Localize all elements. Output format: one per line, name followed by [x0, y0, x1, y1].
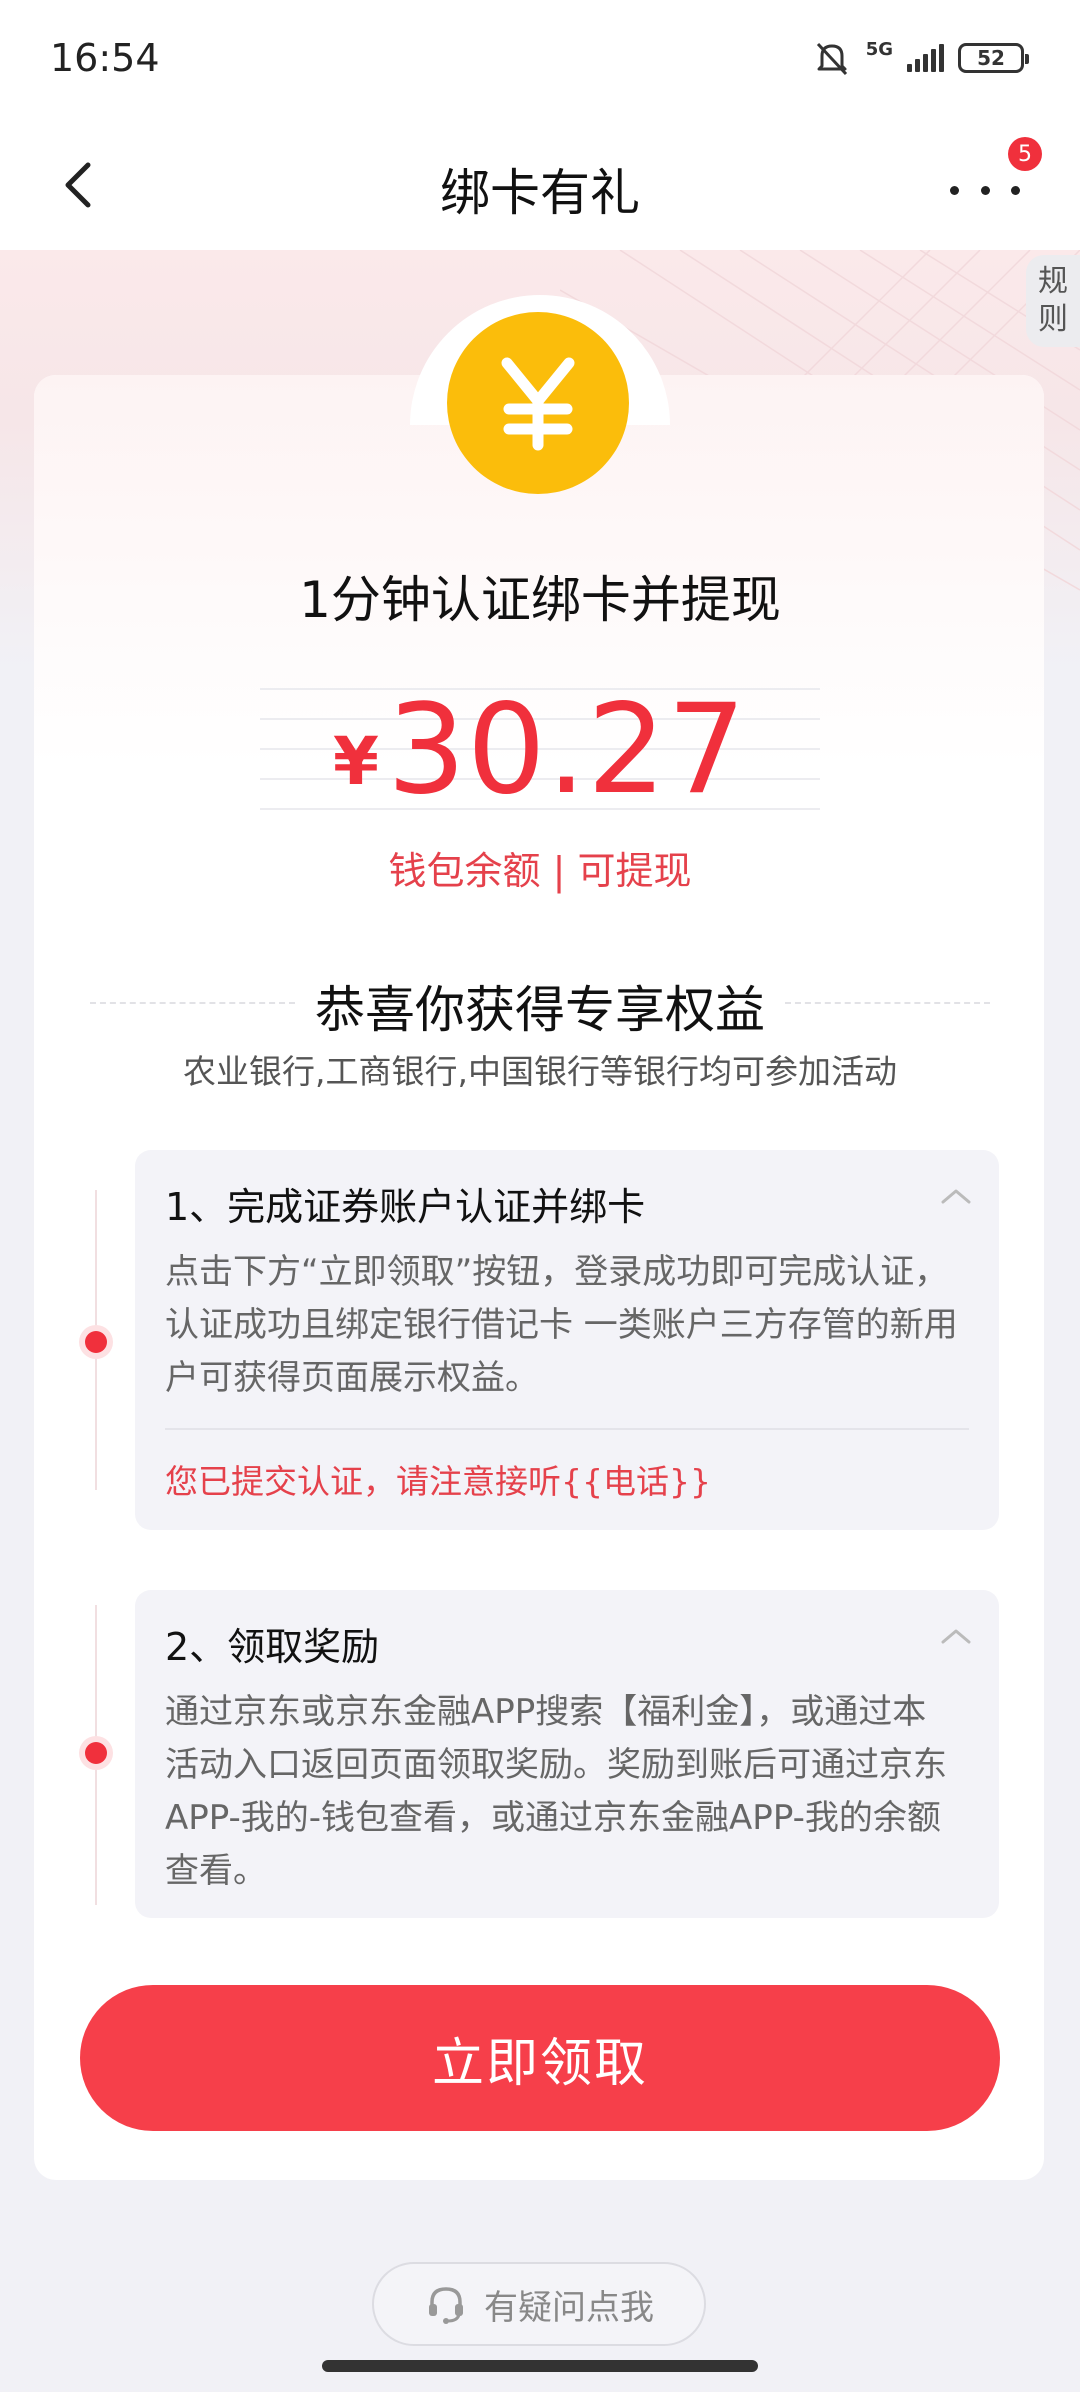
hero-headline: 1分钟认证绑卡并提现 [299, 571, 781, 629]
chevron-up-icon[interactable] [939, 1186, 973, 1206]
battery-level: 52 [977, 46, 1005, 70]
benefits-title-row: 恭喜你获得专享权益 [90, 970, 990, 1039]
balance-label: 钱包余额 | 可提现 [388, 849, 692, 893]
step-description: 通过京东或京东金融APP搜索【福利金】，或通过本 活动入口返回页面领取奖励。奖励… [165, 1686, 969, 1898]
step-line: 点击下方“立即领取”按钮，登录成功即可完成认证， [165, 1252, 949, 1292]
timeline-dot-2 [85, 1742, 107, 1764]
step-line: 查看。 [165, 1851, 267, 1891]
claim-button[interactable]: 立即领取 [80, 1985, 1000, 2131]
timeline-dot-1 [85, 1331, 107, 1353]
amount-currency: ¥ [333, 723, 379, 800]
battery-icon: 52 [958, 43, 1029, 73]
notification-badge: 5 [1008, 137, 1042, 171]
amount-block: ¥30.27 [260, 660, 820, 822]
step-divider [165, 1428, 969, 1430]
more-menu-icon[interactable] [950, 175, 1020, 205]
help-label: 有疑问点我 [484, 2287, 654, 2328]
step-card-2[interactable]: 2、领取奖励 通过京东或京东金融APP搜索【福利金】，或通过本 活动入口返回页面… [135, 1590, 999, 1918]
headset-icon [429, 2287, 463, 2324]
yuan-icon [501, 357, 575, 451]
amount: ¥30.27 [260, 678, 820, 822]
signal-icon [907, 44, 944, 72]
step-description: 点击下方“立即领取”按钮，登录成功即可完成认证， 认证成功且绑定银行借记卡 一类… [165, 1246, 969, 1405]
status-icons: 5G 52 [812, 38, 1029, 78]
step-line: 认证成功且绑定银行借记卡 一类账户三方存管的新用 [165, 1305, 958, 1345]
mute-bell-icon [816, 42, 847, 76]
step-status-note: 您已提交认证，请注意接听{{电话}} [165, 1462, 711, 1501]
coin-icon [447, 312, 629, 494]
network-type: 5G [865, 39, 893, 60]
step-title: 1、完成证券账户认证并绑卡 [165, 1185, 646, 1229]
status-time: 16:54 [50, 36, 160, 80]
step-line: 通过京东或京东金融APP搜索【福利金】，或通过本 [165, 1692, 927, 1732]
amount-value: 30.27 [386, 678, 747, 822]
rules-tab[interactable]: 规 则 [1026, 255, 1080, 347]
status-bar: 16:54 5G 52 [0, 0, 1080, 125]
benefits-subtitle: 农业银行,工商银行,中国银行等银行均可参加活动 [183, 1052, 897, 1091]
home-indicator[interactable] [322, 2360, 758, 2372]
nav-bar: 绑卡有礼 5 [0, 125, 1080, 250]
rules-tab-char-1: 规 [1038, 264, 1068, 299]
help-button[interactable]: 有疑问点我 [372, 2262, 706, 2346]
step-line: APP-我的-钱包查看，或通过京东金融APP-我的余额 [165, 1798, 941, 1838]
benefits-title: 恭喜你获得专享权益 [315, 981, 765, 1039]
step-line: 活动入口返回页面领取奖励。奖励到账后可通过京东 [165, 1745, 947, 1785]
page-title: 绑卡有礼 [440, 164, 640, 222]
step-line: 户可获得页面展示权益。 [165, 1358, 539, 1398]
step-card-1[interactable]: 1、完成证券账户认证并绑卡 点击下方“立即领取”按钮，登录成功即可完成认证， 认… [135, 1150, 999, 1530]
chevron-up-icon[interactable] [939, 1626, 973, 1646]
rules-tab-char-2: 则 [1038, 302, 1068, 337]
step-title: 2、领取奖励 [165, 1625, 380, 1669]
